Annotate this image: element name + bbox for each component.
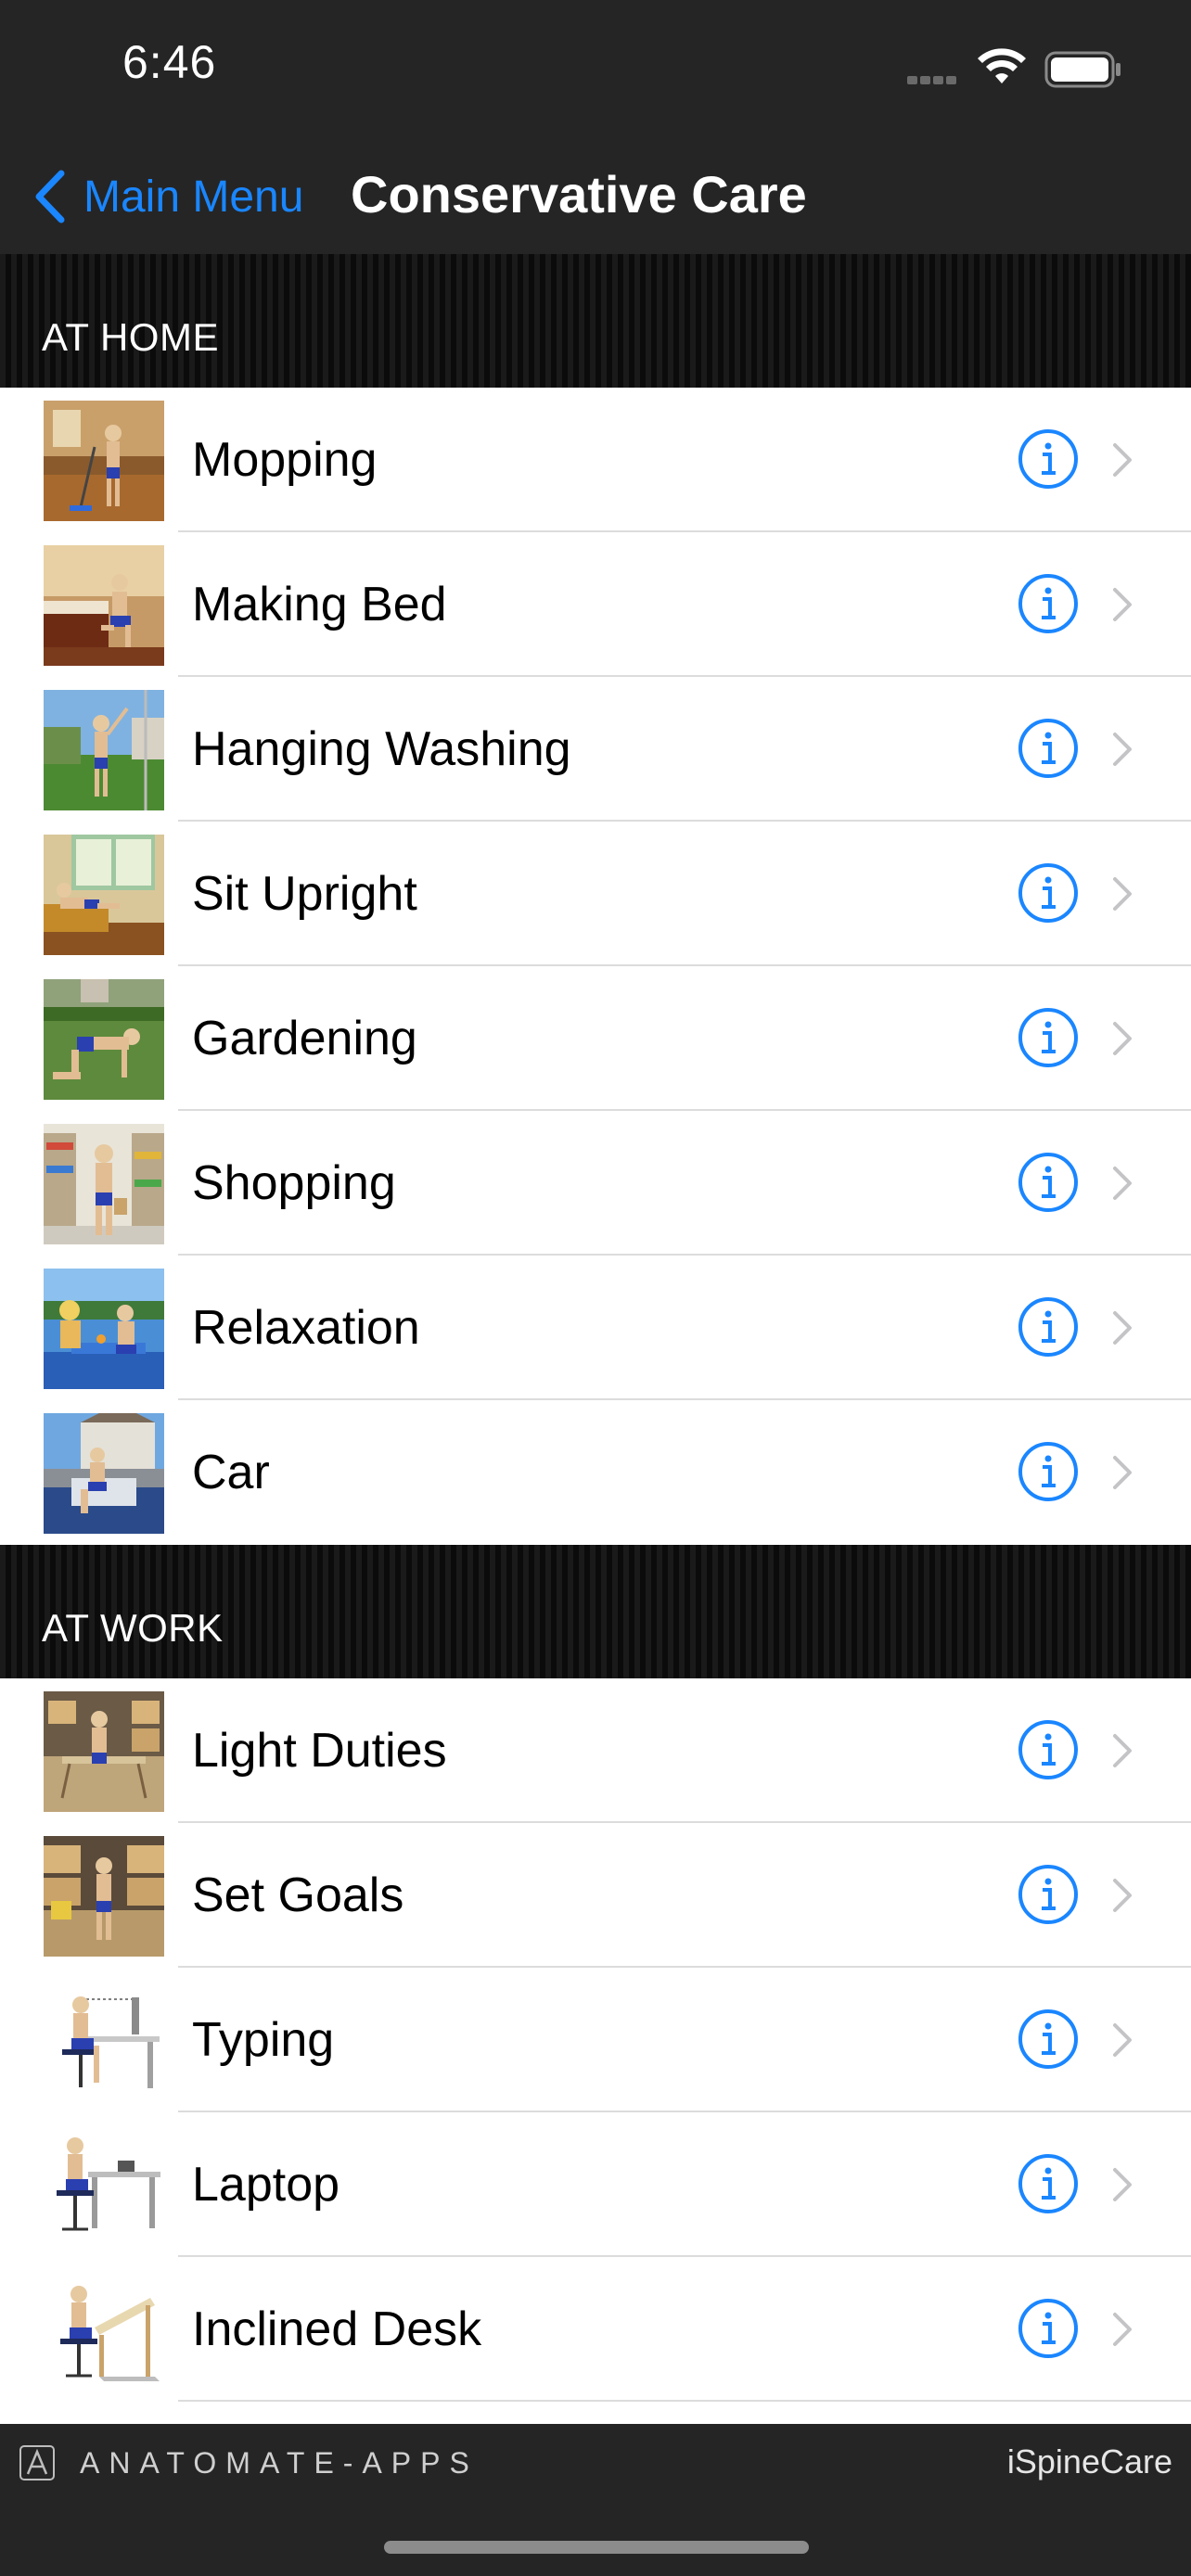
info-icon[interactable] [1018,2153,1079,2214]
list-item-sit-upright[interactable]: Sit Upright [0,822,1191,966]
chevron-right-icon [1113,2313,1132,2346]
info-icon[interactable] [1018,1296,1079,1358]
list-item-hanging-washing[interactable]: Hanging Washing [0,677,1191,822]
list-item-label: Hanging Washing [192,722,571,776]
status-time: 6:46 [122,36,217,88]
set-goals-thumbnail [44,1836,164,1957]
chevron-right-icon [1113,1879,1132,1912]
info-icon[interactable] [1018,1719,1079,1780]
gardening-thumbnail [44,979,164,1100]
chevron-right-icon [1113,1456,1132,1489]
home-indicator[interactable] [384,2541,809,2554]
list-item-laptop[interactable]: Laptop [0,2112,1191,2257]
page-title: Conservative Care [351,165,807,223]
chevron-right-icon [1113,1734,1132,1767]
list-item-car[interactable]: Car [0,1400,1191,1545]
anatomate-logo-icon [19,2445,55,2480]
info-icon[interactable] [1018,1441,1079,1502]
status-bar: 6:46 [0,0,1191,139]
light-duties-thumbnail [44,1691,164,1812]
info-icon[interactable] [1018,1864,1079,1925]
list-item-set-goals[interactable]: Set Goals [0,1823,1191,1968]
list-item-light-duties[interactable]: Light Duties [0,1678,1191,1823]
footer-brand[interactable]: ANATOMATE-APPS [80,2446,479,2480]
list-item-label: Shopping [192,1156,396,1210]
list-item-typing[interactable]: Typing [0,1968,1191,2112]
list-item-mopping[interactable]: Mopping [0,388,1191,532]
chevron-right-icon [1113,1167,1132,1200]
info-icon[interactable] [1018,2298,1079,2359]
wifi-icon [978,48,1026,83]
chevron-left-icon [35,170,65,223]
typing-thumbnail [44,1981,164,2101]
section-title: AT HOME [42,315,219,359]
footer-app-name: iSpineCare [1006,2442,1172,2480]
laptop-thumbnail [44,2125,164,2246]
info-icon[interactable] [1018,1007,1079,1068]
info-icon[interactable] [1018,862,1079,924]
back-button-label: Main Menu [83,172,304,222]
chevron-right-icon [1113,2168,1132,2201]
shopping-thumbnail [44,1124,164,1244]
list-item-relaxation[interactable]: Relaxation [0,1256,1191,1400]
list-item-label: Set Goals [192,1868,404,1922]
info-icon[interactable] [1018,2009,1079,2070]
battery-icon [1044,51,1121,88]
making-bed-thumbnail [44,545,164,666]
back-button[interactable]: Main Menu [33,159,303,234]
mopping-thumbnail [44,401,164,521]
info-icon[interactable] [1018,428,1079,490]
chevron-right-icon [1113,1022,1132,1055]
chevron-right-icon [1113,1311,1132,1345]
list-item-label: Light Duties [192,1724,447,1778]
list-item-inclined-desk[interactable]: Inclined Desk [0,2257,1191,2402]
info-icon[interactable] [1018,1152,1079,1213]
cellular-signal-icon [907,72,959,89]
list-item-label: Car [192,1446,270,1499]
chevron-right-icon [1113,2023,1132,2057]
list-item-label: Laptop [192,2158,340,2212]
chevron-right-icon [1113,877,1132,911]
chevron-right-icon [1113,588,1132,621]
list-item-label: Mopping [192,433,378,487]
section-title: AT WORK [42,1606,224,1650]
navigation-bar: Main Menu Conservative Care [0,139,1191,254]
relaxation-thumbnail [44,1269,164,1389]
hanging-washing-thumbnail [44,690,164,810]
list-item-shopping[interactable]: Shopping [0,1111,1191,1256]
list-item-label: Typing [192,2013,335,2067]
footer-bar: ANATOMATE-APPS iSpineCare [0,2424,1191,2576]
chevron-right-icon [1113,733,1132,766]
list-item-label: Making Bed [192,578,447,631]
work-activity-list: Light Duties Set Goals Typing Laptop Inc… [0,1678,1191,2402]
info-icon[interactable] [1018,573,1079,634]
info-icon[interactable] [1018,718,1079,779]
inclined-desk-thumbnail [44,2270,164,2391]
car-thumbnail [44,1413,164,1534]
section-header-at-home: AT HOME [0,254,1191,388]
list-item-making-bed[interactable]: Making Bed [0,532,1191,677]
chevron-right-icon [1113,443,1132,477]
list-item-label: Inclined Desk [192,2302,482,2356]
list-item-gardening[interactable]: Gardening [0,966,1191,1111]
list-item-label: Relaxation [192,1301,420,1355]
list-item-label: Gardening [192,1012,417,1065]
list-item-label: Sit Upright [192,867,417,921]
home-activity-list: Mopping Making Bed Hanging Washing Sit U… [0,388,1191,1545]
section-header-at-work: AT WORK [0,1545,1191,1678]
sit-upright-thumbnail [44,835,164,955]
